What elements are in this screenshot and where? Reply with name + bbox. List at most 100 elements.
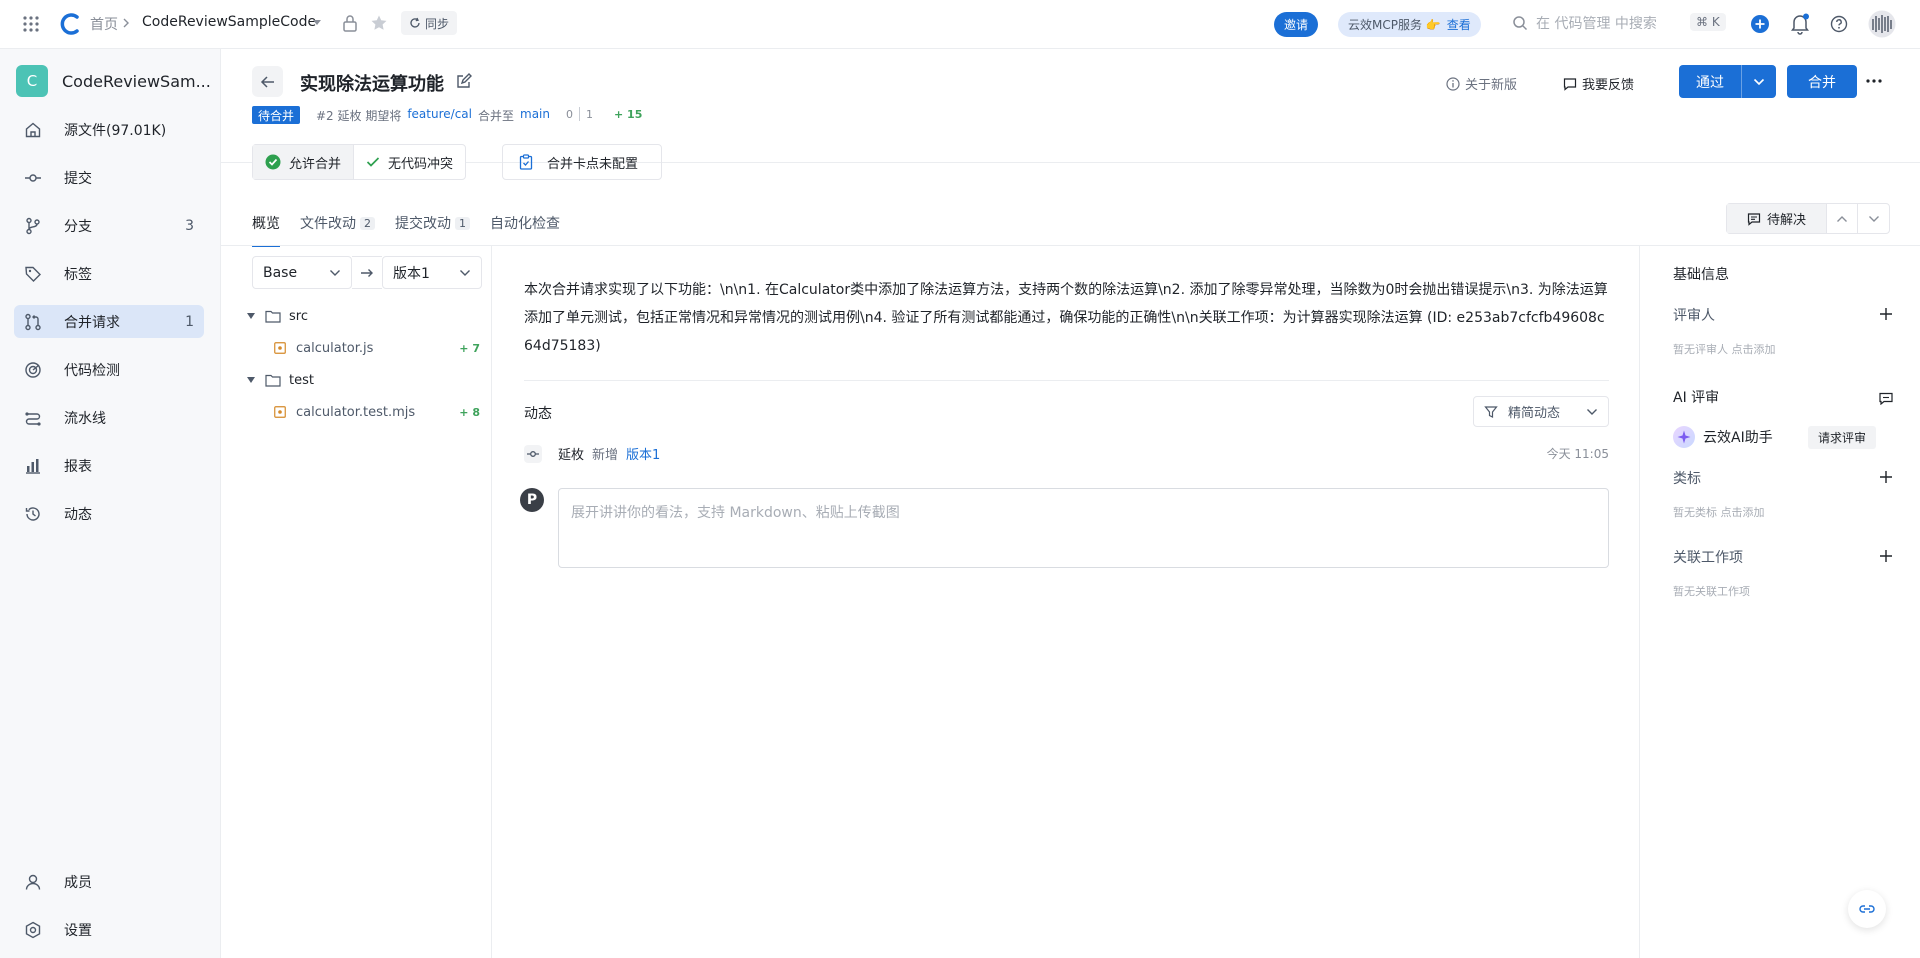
global-search[interactable]: 在 代码管理 中搜索 xyxy=(1512,13,1657,33)
no-conflict-label: 无代码冲突 xyxy=(388,156,454,172)
sidebar-item-reports[interactable]: 报表 xyxy=(14,449,204,482)
more-icon[interactable] xyxy=(1866,79,1882,83)
approve-dropdown[interactable] xyxy=(1741,65,1776,98)
activity-version-link[interactable]: 版本1 xyxy=(626,444,660,463)
no-conflict-check[interactable]: 无代码冲突 xyxy=(354,145,465,179)
filter-icon xyxy=(1484,405,1498,418)
mcp-service-banner[interactable]: 云效MCP服务 👉 查看 xyxy=(1338,12,1481,37)
sidebar-item-branches[interactable]: 分支 3 xyxy=(14,209,204,242)
app-grid-icon[interactable] xyxy=(22,15,40,33)
mcp-view-link[interactable]: 查看 xyxy=(1447,16,1471,33)
back-button[interactable] xyxy=(252,66,283,97)
reviewers-hint[interactable]: 暂无评审人 点击添加 xyxy=(1673,341,1776,357)
commit-icon xyxy=(25,173,41,182)
allow-merge-check[interactable]: 允许合并 xyxy=(253,145,355,179)
base-select[interactable]: Base xyxy=(252,256,352,289)
pending-label: 待解决 xyxy=(1766,213,1806,228)
next-pending-button[interactable] xyxy=(1858,204,1889,233)
repo-dropdown-icon[interactable] xyxy=(312,19,322,27)
logo-icon[interactable] xyxy=(60,13,82,35)
lock-icon xyxy=(342,14,358,32)
pending-button[interactable]: 待解决 xyxy=(1727,204,1827,233)
ai-assistant-icon xyxy=(1673,426,1695,448)
sidebar-item-settings[interactable]: 设置 xyxy=(14,913,204,946)
diff-stat: 0 1 xyxy=(566,107,593,121)
tab-overview[interactable]: 概览 xyxy=(252,212,280,247)
sidebar-item-commits[interactable]: 提交 xyxy=(14,161,204,194)
tree-folder-test[interactable]: test xyxy=(221,364,492,396)
about-new-version-link[interactable]: 关于新版 xyxy=(1446,74,1517,93)
arrow-left-icon xyxy=(260,75,274,88)
repo-header[interactable]: C CodeReviewSam... xyxy=(16,65,211,97)
right-info-panel: 基础信息 评审人 暂无评审人 点击添加 AI 评审 云效AI助手 请求评审 类标… xyxy=(1639,246,1920,958)
help-icon[interactable] xyxy=(1830,15,1848,33)
activity-user[interactable]: 延枚 xyxy=(558,444,584,463)
merge-button[interactable]: 合并 xyxy=(1787,65,1857,98)
breadcrumb-home[interactable]: 首页 xyxy=(90,14,118,34)
clipboard-icon xyxy=(519,154,533,170)
breadcrumb-repo[interactable]: CodeReviewSampleCode xyxy=(142,14,316,30)
tab-commit-changes[interactable]: 提交改动 1 xyxy=(395,212,470,234)
file-additions: + 7 xyxy=(459,341,480,355)
edit-title-icon[interactable] xyxy=(456,73,472,89)
labels-hint[interactable]: 暂无类标 点击添加 xyxy=(1673,504,1765,520)
tab-label: 文件改动 xyxy=(300,216,356,232)
sidebar-item-tags[interactable]: 标签 xyxy=(14,257,204,290)
user-avatar[interactable] xyxy=(1868,10,1896,38)
pipeline-icon xyxy=(25,411,41,426)
refresh-icon xyxy=(410,17,420,28)
diff-stat-b: 1 xyxy=(586,107,593,121)
sidebar-item-label: 动态 xyxy=(64,506,92,523)
prev-pending-button[interactable] xyxy=(1827,204,1858,233)
target-branch-link[interactable]: main xyxy=(520,107,550,124)
tree-folder-src[interactable]: src xyxy=(221,300,492,332)
tab-label: 提交改动 xyxy=(395,216,451,232)
header-divider xyxy=(221,162,1920,163)
page-title: 实现除法运算功能 xyxy=(300,74,444,95)
check-circle-icon xyxy=(265,154,281,170)
activity-filter-select[interactable]: 精简动态 xyxy=(1473,396,1609,427)
invite-button[interactable]: 邀请 xyxy=(1274,12,1319,37)
repo-name: CodeReviewSam... xyxy=(62,71,211,91)
add-reviewer-icon[interactable] xyxy=(1876,304,1896,324)
tab-file-changes[interactable]: 文件改动 2 xyxy=(300,212,375,234)
sidebar-item-source[interactable]: 源文件(97.01K) xyxy=(14,113,204,146)
sidebar-item-merge-requests[interactable]: 合并请求 1 xyxy=(14,305,204,338)
chevron-down-icon xyxy=(1868,215,1879,222)
ai-assistant-name: 云效AI助手 xyxy=(1703,430,1773,446)
merge-gate-status[interactable]: 合并卡点未配置 xyxy=(502,144,662,180)
tree-file-calculator-js[interactable]: calculator.js + 7 xyxy=(221,332,492,364)
additions-count: + 15 xyxy=(614,108,643,121)
version-select[interactable]: 版本1 xyxy=(382,256,482,289)
star-icon[interactable] xyxy=(370,14,388,32)
search-placeholder: 在 代码管理 中搜索 xyxy=(1536,16,1657,32)
ai-review-comment-icon[interactable] xyxy=(1876,388,1896,408)
chevron-down-icon xyxy=(1753,78,1765,85)
create-icon[interactable] xyxy=(1750,14,1770,34)
sync-button[interactable]: 同步 xyxy=(401,11,458,35)
branch-count: 3 xyxy=(185,217,194,234)
sidebar-item-pipeline[interactable]: 流水线 xyxy=(14,401,204,434)
notification-bell-icon[interactable] xyxy=(1790,13,1810,35)
tab-auto-check[interactable]: 自动化检查 xyxy=(490,212,560,234)
comment-input[interactable]: 展开讲讲你的看法，支持 Markdown、粘贴上传截图 xyxy=(558,488,1609,568)
info-icon xyxy=(1446,76,1460,91)
repo-avatar: C xyxy=(16,65,48,97)
add-work-item-icon[interactable] xyxy=(1876,546,1896,566)
add-label-icon[interactable] xyxy=(1876,467,1896,487)
tree-file-calculator-test[interactable]: calculator.test.mjs + 8 xyxy=(221,396,492,428)
request-review-button[interactable]: 请求评审 xyxy=(1808,426,1877,449)
floating-assistant-button[interactable] xyxy=(1848,890,1886,928)
source-branch-link[interactable]: feature/cal xyxy=(407,107,472,124)
approve-button[interactable]: 通过 xyxy=(1679,65,1741,98)
tab-label: 概览 xyxy=(252,216,280,232)
chevron-down-icon xyxy=(460,269,470,276)
sidebar-item-code-scan[interactable]: 代码检测 xyxy=(14,353,204,386)
description-divider xyxy=(524,380,1609,381)
commenter-avatar: P xyxy=(520,488,544,512)
feedback-link[interactable]: 我要反馈 xyxy=(1563,74,1634,93)
sidebar-item-activity[interactable]: 动态 xyxy=(14,497,204,530)
pr-meta-mid: 合并至 xyxy=(477,109,514,123)
sidebar-item-label: 提交 xyxy=(64,170,92,187)
sidebar-item-members[interactable]: 成员 xyxy=(14,865,204,898)
